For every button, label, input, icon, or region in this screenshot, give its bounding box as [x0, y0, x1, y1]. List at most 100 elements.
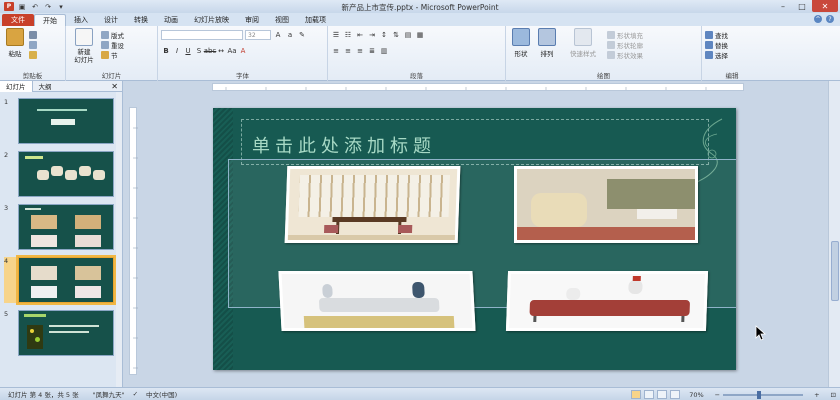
spellcheck-icon[interactable]: ✓	[133, 390, 138, 398]
help-icon[interactable]: ?	[826, 15, 834, 23]
photo-red-sofa[interactable]	[505, 271, 709, 331]
tab-insert[interactable]: 插入	[66, 14, 96, 26]
sorter-view-button[interactable]	[644, 390, 655, 399]
zoom-out-icon[interactable]: −	[715, 391, 720, 399]
increase-indent-icon[interactable]: ⇥	[367, 30, 377, 40]
cut-button[interactable]	[29, 30, 37, 40]
shadow-button[interactable]: S	[194, 46, 204, 56]
shape-icon	[512, 28, 530, 46]
tab-outline[interactable]: 大纲	[33, 81, 58, 92]
grow-font-icon[interactable]: A	[273, 30, 283, 40]
font-color-icon[interactable]: A	[238, 46, 248, 56]
text-direction-icon[interactable]: ⇅	[391, 30, 401, 40]
tab-view[interactable]: 视图	[267, 14, 297, 26]
line-spacing-icon[interactable]: ↕	[379, 30, 389, 40]
scrollbar-thumb[interactable]	[831, 241, 839, 301]
italic-button[interactable]: I	[172, 46, 182, 56]
quick-styles-button[interactable]: 快速样式	[561, 28, 605, 60]
align-text-icon[interactable]: ▤	[403, 30, 413, 40]
paste-button[interactable]: 粘贴	[3, 28, 27, 60]
tab-addins[interactable]: 加载项	[297, 14, 334, 26]
photo-dining-room[interactable]	[284, 166, 461, 243]
format-painter-icon	[29, 51, 37, 59]
clear-format-icon[interactable]: ✎	[297, 30, 307, 40]
close-button[interactable]: ✕	[812, 0, 838, 12]
arrange-button[interactable]: 排列	[535, 28, 559, 60]
slide-thumbnail-5[interactable]: 5	[4, 310, 114, 356]
slide-editor: 单击此处添加标题	[124, 81, 840, 387]
zoom-slider[interactable]	[723, 390, 804, 399]
select-button[interactable]: 选择	[705, 50, 759, 60]
justify-icon[interactable]: ≣	[367, 46, 377, 56]
fit-to-window-icon[interactable]: ⊡	[831, 391, 836, 399]
photo-living-room[interactable]	[514, 166, 698, 243]
cut-icon	[29, 31, 37, 39]
thumbnail	[18, 98, 114, 144]
tab-review[interactable]: 审阅	[237, 14, 267, 26]
window-title: 新产品上市宣传.pptx - Microsoft PowerPoint	[341, 3, 499, 12]
mouse-cursor-icon	[755, 325, 767, 341]
zoom-level[interactable]: 70%	[689, 391, 703, 399]
normal-view-button[interactable]	[631, 390, 642, 399]
numbering-icon[interactable]: ☷	[343, 30, 353, 40]
reading-view-button[interactable]	[657, 390, 668, 399]
new-slide-icon	[75, 28, 93, 46]
reset-button[interactable]: 重设	[101, 40, 124, 50]
fill-icon	[607, 31, 615, 39]
find-button[interactable]: 查找	[705, 30, 759, 40]
tab-design[interactable]: 设计	[96, 14, 126, 26]
decrease-indent-icon[interactable]: ⇤	[355, 30, 365, 40]
bullets-icon[interactable]: ☰	[331, 30, 341, 40]
shrink-font-icon[interactable]: a	[285, 30, 295, 40]
zoom-slider-knob[interactable]	[757, 390, 762, 399]
shape-effects-button[interactable]: 形状效果	[607, 50, 643, 60]
new-slide-button[interactable]: 新建 幻灯片	[69, 28, 99, 64]
tab-file[interactable]: 文件	[2, 14, 34, 26]
photo-couple-sofa[interactable]	[278, 271, 476, 331]
char-spacing-icon[interactable]: ↔	[216, 46, 226, 56]
smartart-icon[interactable]: ▦	[415, 30, 425, 40]
clipboard-group: 粘贴 剪贴板	[0, 26, 66, 81]
font-family-combo[interactable]	[161, 30, 243, 40]
tab-home[interactable]: 开始	[34, 14, 66, 26]
maximize-button[interactable]: □	[793, 0, 811, 12]
slide-thumbnail-4[interactable]: 4	[4, 255, 116, 305]
slide-thumbnail-1[interactable]: 1	[4, 98, 114, 144]
minimize-button[interactable]: –	[774, 0, 792, 12]
slides-group: 新建 幻灯片 版式 重设 节 幻灯片	[66, 26, 158, 81]
slide-thumbnail-3[interactable]: 3	[4, 204, 114, 250]
effects-icon	[607, 51, 615, 59]
section-button[interactable]: 节	[101, 50, 124, 60]
tab-slideshow[interactable]: 幻灯片放映	[186, 14, 237, 26]
copy-button[interactable]	[29, 40, 37, 50]
font-size-combo[interactable]: 32	[245, 30, 271, 40]
bold-button[interactable]: B	[161, 46, 171, 56]
pane-scrollbar[interactable]	[116, 92, 122, 387]
align-right-icon[interactable]: ≡	[355, 46, 365, 56]
slideshow-button[interactable]	[670, 390, 681, 399]
quick-styles-icon	[574, 28, 592, 46]
strikethrough-button[interactable]: abc	[204, 46, 217, 56]
shape-button[interactable]: 形状	[509, 28, 533, 60]
pane-close-icon[interactable]: ✕	[111, 82, 118, 91]
tab-animations[interactable]: 动画	[156, 14, 186, 26]
format-painter-button[interactable]	[29, 50, 37, 60]
shape-outline-button[interactable]: 形状轮廓	[607, 40, 643, 50]
minimize-ribbon-icon[interactable]: ^	[814, 15, 822, 23]
tab-transitions[interactable]: 转换	[126, 14, 156, 26]
slide-thumbnail-2[interactable]: 2	[4, 151, 114, 197]
zoom-in-icon[interactable]: +	[814, 391, 819, 399]
language-label[interactable]: 中文(中国)	[146, 389, 177, 399]
columns-icon[interactable]: ▥	[379, 46, 389, 56]
horizontal-ruler	[212, 83, 744, 91]
slide-canvas[interactable]: 单击此处添加标题	[213, 108, 736, 370]
vertical-scrollbar[interactable]	[828, 81, 840, 387]
replace-button[interactable]: 替换	[705, 40, 759, 50]
align-left-icon[interactable]: ≡	[331, 46, 341, 56]
shape-fill-button[interactable]: 形状填充	[607, 30, 643, 40]
underline-button[interactable]: U	[183, 46, 193, 56]
tab-slides[interactable]: 幻灯片	[0, 80, 33, 92]
layout-button[interactable]: 版式	[101, 30, 124, 40]
change-case-icon[interactable]: Aa	[227, 46, 237, 56]
align-center-icon[interactable]: ≡	[343, 46, 353, 56]
